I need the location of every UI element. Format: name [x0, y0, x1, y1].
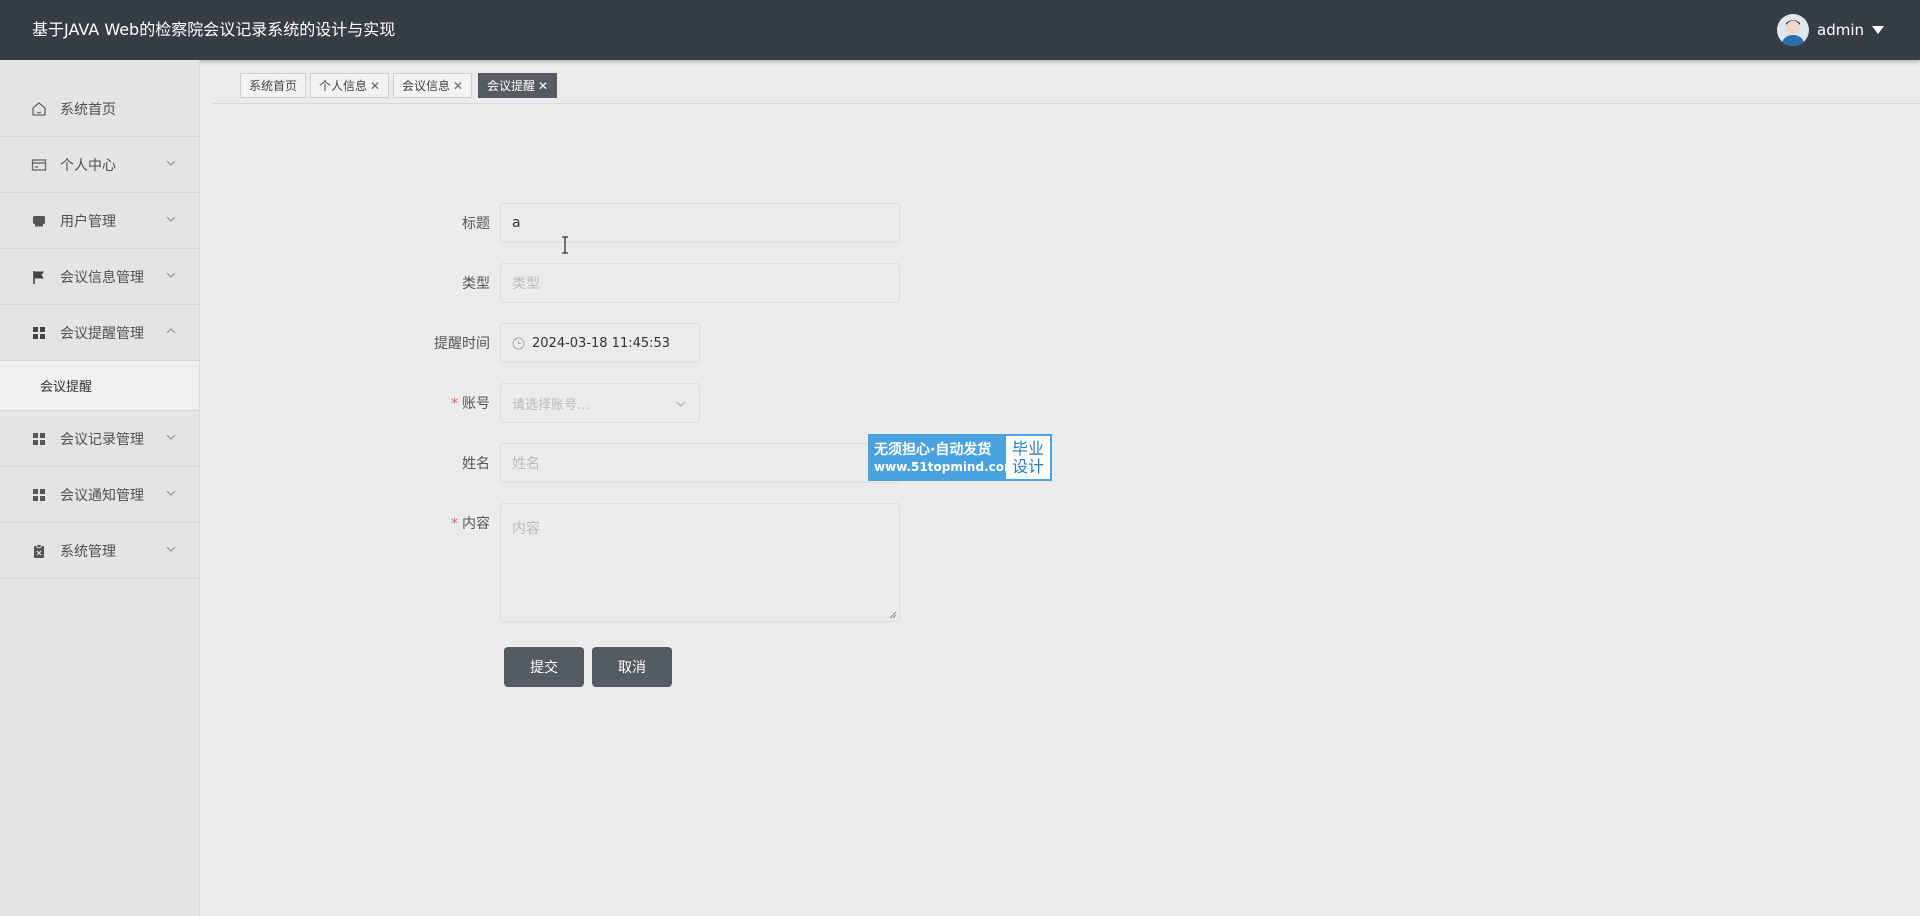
- tab-personal-info[interactable]: 个人信息 ✕: [310, 73, 390, 98]
- name-label: 姓名: [462, 456, 490, 472]
- title-label: 标题: [462, 216, 490, 232]
- sidebar-item-personal-center[interactable]: 个人中心: [0, 137, 199, 193]
- type-input[interactable]: 类型: [500, 263, 900, 303]
- watermark-line2: www.51topmind.com: [874, 459, 1017, 474]
- chevron-up-icon[interactable]: [165, 325, 177, 337]
- sidebar-item-label: 用户管理: [60, 213, 116, 230]
- avatar[interactable]: [1777, 14, 1809, 46]
- sidebar-item-label: 个人中心: [60, 157, 116, 174]
- required-mark: *: [451, 516, 458, 532]
- watermark-logo: 无须担心·自动发货 www.51topmind.com 毕业 设计: [868, 434, 1052, 481]
- flag-icon: [31, 269, 47, 285]
- account-label: * 账号: [451, 396, 490, 412]
- tab-label: 系统首页: [249, 79, 298, 93]
- clock-icon: [512, 337, 525, 349]
- sidebar: 系统首页 个人中心 用户管理 会议信息管理 会议提醒管理 会议提醒 会议记录管理…: [0, 60, 200, 916]
- tab-label: 会议提醒: [487, 79, 536, 93]
- submit-button[interactable]: 提交: [504, 647, 584, 687]
- watermark-line1: 无须担心·自动发货: [874, 441, 992, 458]
- content-placeholder: 内容: [512, 521, 540, 537]
- grid-icon: [31, 487, 47, 503]
- sidebar-item-meeting-notice[interactable]: 会议通知管理: [0, 467, 199, 523]
- clipboard-icon: [31, 543, 47, 559]
- chevron-down-icon[interactable]: [165, 431, 177, 443]
- close-icon[interactable]: ✕: [453, 79, 463, 93]
- grid-icon: [31, 325, 47, 341]
- remind-time-picker[interactable]: 2024-03-18 11:45:53: [500, 323, 700, 363]
- close-icon[interactable]: ✕: [538, 79, 548, 93]
- account-placeholder: 请选择账号...: [512, 397, 590, 413]
- remind-time-label: 提醒时间: [434, 336, 490, 352]
- sidebar-item-user-management[interactable]: 用户管理: [0, 193, 199, 249]
- sidebar-item-meeting-info[interactable]: 会议信息管理: [0, 249, 199, 305]
- chevron-down-icon[interactable]: [165, 213, 177, 225]
- content-textarea[interactable]: 内容: [500, 503, 900, 622]
- tab-label: 会议信息: [402, 79, 451, 93]
- text-cursor-icon: [562, 236, 568, 254]
- tabs-bar: 系统首页 个人信息 ✕ 会议信息 ✕ 会议提醒 ✕: [212, 60, 1920, 104]
- chevron-down-icon[interactable]: [165, 487, 177, 499]
- cancel-button[interactable]: 取消: [592, 647, 672, 687]
- chevron-down-icon[interactable]: [165, 269, 177, 281]
- chevron-down-icon[interactable]: [675, 398, 687, 410]
- chevron-down-icon[interactable]: [165, 157, 177, 169]
- grid-icon: [31, 431, 47, 447]
- sidebar-item-label: 会议通知管理: [60, 487, 144, 504]
- sidebar-item-label: 会议提醒管理: [60, 325, 144, 342]
- type-placeholder: 类型: [512, 276, 540, 292]
- name-input[interactable]: 姓名: [500, 443, 900, 483]
- title-value: a: [512, 215, 521, 231]
- content-label: * 内容: [451, 516, 490, 532]
- sidebar-item-label: 会议信息管理: [60, 269, 144, 286]
- watermark-right2: 设计: [1011, 456, 1044, 476]
- sidebar-item-meeting-reminder[interactable]: 会议提醒管理: [0, 305, 199, 361]
- sidebar-item-label: 会议记录管理: [60, 431, 144, 448]
- tab-meeting-info[interactable]: 会议信息 ✕: [393, 73, 473, 98]
- required-mark: *: [451, 396, 458, 412]
- watermark-right1: 毕业: [1011, 438, 1044, 458]
- account-select[interactable]: 请选择账号...: [500, 383, 700, 423]
- sidebar-item-label: 系统首页: [60, 101, 116, 118]
- user-menu[interactable]: admin: [1777, 14, 1884, 46]
- chevron-down-icon[interactable]: [165, 543, 177, 555]
- username[interactable]: admin: [1817, 21, 1864, 39]
- tab-label: 个人信息: [319, 79, 368, 93]
- sidebar-subitem-meeting-reminder[interactable]: 会议提醒: [0, 361, 199, 411]
- tab-meeting-reminder[interactable]: 会议提醒 ✕: [478, 73, 558, 98]
- type-label: 类型: [462, 276, 490, 292]
- resize-handle-icon[interactable]: [889, 611, 897, 619]
- sidebar-subitem-label: 会议提醒: [40, 380, 93, 395]
- user-manage-icon: [31, 213, 47, 229]
- sidebar-item-meeting-records[interactable]: 会议记录管理: [0, 411, 199, 467]
- tab-home[interactable]: 系统首页: [240, 73, 307, 98]
- sidebar-item-home[interactable]: 系统首页: [0, 81, 199, 137]
- home-icon: [31, 101, 47, 117]
- close-icon[interactable]: ✕: [370, 79, 380, 93]
- caret-down-icon[interactable]: [1872, 26, 1884, 34]
- id-card-icon: [31, 157, 47, 173]
- sidebar-item-system-management[interactable]: 系统管理: [0, 523, 199, 579]
- top-header: 基于JAVA Web的检察院会议记录系统的设计与实现 admin: [0, 0, 1920, 60]
- name-placeholder: 姓名: [512, 456, 540, 472]
- remind-time-value: 2024-03-18 11:45:53: [532, 335, 671, 351]
- app-title: 基于JAVA Web的检察院会议记录系统的设计与实现: [32, 20, 396, 39]
- sidebar-item-label: 系统管理: [60, 543, 116, 560]
